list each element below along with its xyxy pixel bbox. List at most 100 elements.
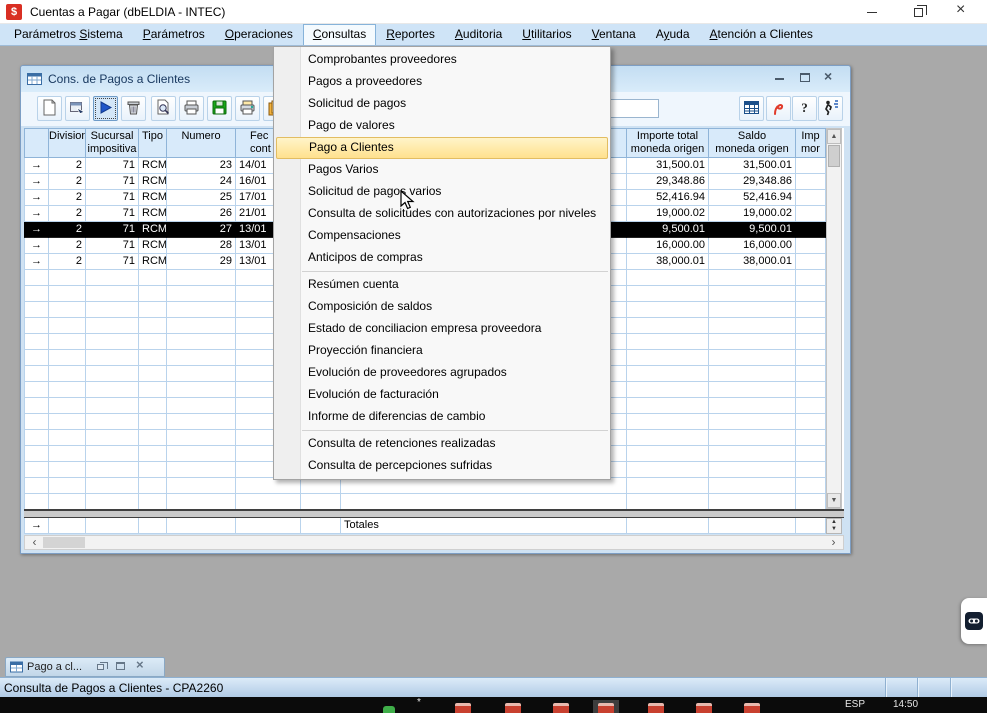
menu-reportes[interactable]: Reportes (376, 24, 445, 45)
table-cell-numero[interactable]: 24 (167, 174, 236, 190)
table-header-sel[interactable] (24, 128, 49, 158)
minimized-maximize-button[interactable] (114, 660, 129, 674)
menu-ventana[interactable]: Ventana (582, 24, 646, 45)
table-cell-sucursal[interactable]: 71 (86, 158, 139, 174)
vertical-scroll-thumb[interactable] (828, 145, 840, 167)
table-cell-sel[interactable]: → (24, 206, 49, 222)
menu-item-proyeccion-financiera[interactable]: Proyección financiera (274, 340, 610, 362)
menu-item-compensaciones[interactable]: Compensaciones (274, 225, 610, 247)
table-cell-saldo[interactable]: 31,500.01 (709, 158, 796, 174)
exit-button[interactable] (818, 96, 843, 121)
totals-spinner[interactable]: ▲▼ (826, 518, 842, 534)
minimized-window[interactable]: Pago a cl... × (5, 657, 165, 677)
table-cell-saldo[interactable]: 29,348.86 (709, 174, 796, 190)
table-cell-sucursal[interactable]: 71 (86, 254, 139, 270)
scroll-up-icon[interactable]: ▲ (827, 129, 841, 144)
menu-item-pagos-varios[interactable]: Pagos Varios (274, 159, 610, 181)
menu-parametros-sistema[interactable]: Parámetros Sistema (4, 24, 133, 45)
table-cell-importe[interactable]: 52,416.94 (627, 190, 709, 206)
table-cell-sucursal[interactable]: 71 (86, 222, 139, 238)
table-cell-sucursal[interactable]: 71 (86, 174, 139, 190)
horizontal-scrollbar[interactable]: ‹ › (24, 535, 844, 550)
menu-item-consulta-de-retenciones-realizadas[interactable]: Consulta de retenciones realizadas (274, 433, 610, 455)
table-cell-tipo[interactable]: RCM (139, 222, 167, 238)
table-cell-sel[interactable]: → (24, 238, 49, 254)
taskbar-app-icon[interactable]: * (417, 697, 421, 713)
table-cell-sel[interactable]: → (24, 254, 49, 270)
table-cell-imp2[interactable] (796, 254, 826, 270)
menu-item-solicitud-de-pagos[interactable]: Solicitud de pagos (274, 93, 610, 115)
minimized-close-button[interactable]: × (134, 660, 149, 674)
table-cell-saldo[interactable]: 16,000.00 (709, 238, 796, 254)
table-header-importe[interactable]: Importe totalmoneda origen (627, 128, 709, 158)
menu-item-pago-a-clientes[interactable]: Pago a Clientes (276, 137, 608, 159)
help-button[interactable]: ? (792, 96, 817, 121)
table-cell-sel[interactable]: → (24, 174, 49, 190)
print-button[interactable] (179, 96, 204, 121)
table-cell-saldo[interactable]: 19,000.02 (709, 206, 796, 222)
taskbar-app-icon[interactable] (744, 703, 760, 713)
table-cell-division[interactable]: 2 (49, 238, 86, 254)
table-cell-importe[interactable]: 9,500.01 (627, 222, 709, 238)
menu-parametros[interactable]: Parámetros (133, 24, 215, 45)
table-header-sucursal[interactable]: Sucursalimpositiva (86, 128, 139, 158)
preview-button[interactable] (151, 96, 176, 121)
vertical-scrollbar[interactable]: ▲ ▼ (826, 128, 842, 509)
table-header-numero[interactable]: Numero (167, 128, 236, 158)
table-cell-imp2[interactable] (796, 158, 826, 174)
delete-button[interactable] (121, 96, 146, 121)
menu-ayuda[interactable]: Ayuda (646, 24, 700, 45)
table-cell-imp2[interactable] (796, 222, 826, 238)
taskbar-app-icon[interactable] (383, 706, 395, 713)
menu-item-pago-de-valores[interactable]: Pago de valores (274, 115, 610, 137)
menu-consultas[interactable]: Consultas (303, 24, 376, 45)
table-cell-importe[interactable]: 29,348.86 (627, 174, 709, 190)
remote-assist-tab[interactable] (961, 598, 987, 644)
child-maximize-button[interactable] (797, 70, 813, 86)
table-cell-imp2[interactable] (796, 238, 826, 254)
menu-item-evolucion-de-facturacion[interactable]: Evolución de facturación (274, 384, 610, 406)
scroll-right-icon[interactable]: › (826, 536, 841, 549)
save-button[interactable] (207, 96, 232, 121)
table-header-saldo[interactable]: Saldomoneda origen (709, 128, 796, 158)
table-cell-division[interactable]: 2 (49, 190, 86, 206)
table-cell-importe[interactable]: 38,000.01 (627, 254, 709, 270)
table-cell-tipo[interactable]: RCM (139, 238, 167, 254)
table-cell-division[interactable]: 2 (49, 174, 86, 190)
minimize-button[interactable] (849, 0, 895, 24)
table-cell-numero[interactable]: 26 (167, 206, 236, 222)
taskbar-app-icon[interactable] (553, 703, 569, 713)
restore-button[interactable] (895, 0, 941, 24)
table-cell-saldo[interactable]: 52,416.94 (709, 190, 796, 206)
table-cell-numero[interactable]: 27 (167, 222, 236, 238)
table-cell-imp2[interactable] (796, 190, 826, 206)
table-cell-imp2[interactable] (796, 206, 826, 222)
grid-button[interactable] (739, 96, 764, 121)
table-cell-division[interactable]: 2 (49, 222, 86, 238)
table-cell-saldo[interactable]: 9,500.01 (709, 222, 796, 238)
table-cell-numero[interactable]: 25 (167, 190, 236, 206)
menu-item-informe-de-diferencias-de-cambio[interactable]: Informe de diferencias de cambio (274, 406, 610, 428)
scroll-down-icon[interactable]: ▼ (827, 493, 841, 508)
table-cell-numero[interactable]: 23 (167, 158, 236, 174)
table-cell-division[interactable]: 2 (49, 158, 86, 174)
table-header-tipo[interactable]: Tipo (139, 128, 167, 158)
taskbar-app-icon[interactable] (455, 703, 471, 713)
table-cell-imp2[interactable] (796, 174, 826, 190)
table-cell-sucursal[interactable]: 71 (86, 190, 139, 206)
table-cell-numero[interactable]: 28 (167, 238, 236, 254)
taskbar-app-icon[interactable] (696, 703, 712, 713)
menu-utilitarios[interactable]: Utilitarios (512, 24, 581, 45)
table-cell-sel[interactable]: → (24, 190, 49, 206)
child-minimize-button[interactable] (772, 70, 788, 86)
table-cell-saldo[interactable]: 38,000.01 (709, 254, 796, 270)
menu-item-evolucion-de-proveedores-agrupados[interactable]: Evolución de proveedores agrupados (274, 362, 610, 384)
menu-item-estado-de-conciliacion-empresa-proveedora[interactable]: Estado de conciliacion empresa proveedor… (274, 318, 610, 340)
menu-item-consulta-de-solicitudes-con-autorizaciones-por-niveles[interactable]: Consulta de solicitudes con autorizacion… (274, 203, 610, 225)
menu-atencion-a-clientes[interactable]: Atención a Clientes (700, 24, 823, 45)
table-cell-tipo[interactable]: RCM (139, 190, 167, 206)
menu-auditoria[interactable]: Auditoria (445, 24, 512, 45)
table-cell-sel[interactable]: → (24, 158, 49, 174)
table-cell-importe[interactable]: 19,000.02 (627, 206, 709, 222)
menu-item-solicitud-de-pagos-varios[interactable]: Solicitud de pagos varios (274, 181, 610, 203)
